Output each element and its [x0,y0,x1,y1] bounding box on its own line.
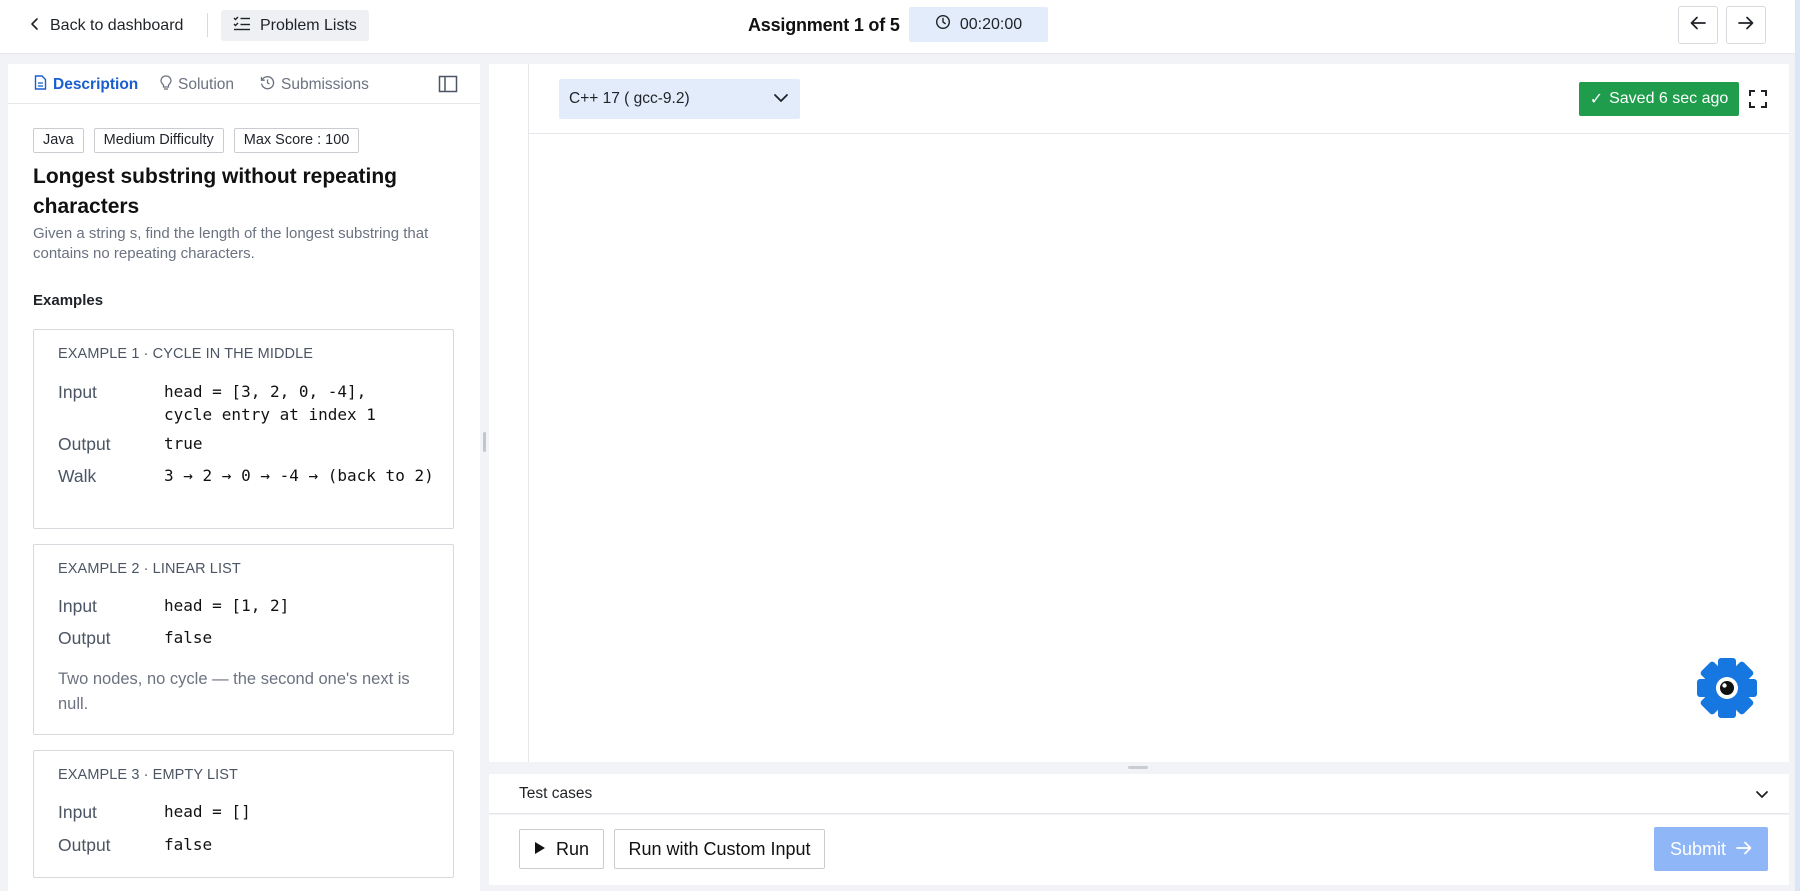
top-divider [207,13,208,37]
language-select-value: C++ 17 ( gcc-9.2) [569,90,690,107]
max-score-tag: Max Score : 100 [233,128,360,153]
saved-status-badge: ✓ Saved 6 sec ago [1579,82,1739,116]
bulb-icon [160,75,172,95]
tab-solution-label: Solution [178,76,235,93]
editor-gutter [528,64,529,762]
example-row-label: Output [58,628,111,648]
run-custom-input-button[interactable]: Run with Custom Input [614,829,825,869]
history-icon [260,75,275,95]
arrow-right-icon [1738,16,1754,35]
example-card: EXAMPLE 1 · CYCLE IN THE MIDDLE Input he… [33,329,454,529]
next-assignment-button[interactable] [1726,6,1766,44]
tab-description[interactable]: Description [34,74,138,96]
test-cases-label: Test cases [519,785,593,802]
example-card: EXAMPLE 2 · LINEAR LIST Input head = [1,… [33,544,454,735]
document-icon [34,75,47,95]
example-row-label: Output [58,434,111,454]
arrow-right-icon [1736,839,1752,860]
chevron-down-icon[interactable] [1754,786,1770,802]
example-title: EXAMPLE 3 · EMPTY LIST [58,767,239,783]
previous-assignment-button[interactable] [1678,6,1718,44]
check-icon: ✓ [1589,91,1604,108]
example-row-value: 3 → 2 → 0 → -4 → (back to 2) [164,466,434,485]
assignment-title: Assignment 1 of 5 [748,15,900,35]
tab-description-label: Description [53,76,139,93]
tab-solution[interactable]: Solution [160,74,234,96]
play-icon [534,839,546,860]
code-editor: C++ 17 ( gcc-9.2) ✓ Saved 6 sec ago [489,64,1789,762]
testcase-resize-handle[interactable] [1128,766,1148,769]
checklist-icon [233,15,251,36]
difficulty-tag: Medium Difficulty [93,128,224,153]
example-title: EXAMPLE 2 · LINEAR LIST [58,561,241,577]
problem-panel: Description Solution Submissions Java Me… [8,64,480,891]
arrow-left-icon [1690,16,1706,35]
problem-description: Given a string s, find the length of the… [33,225,429,262]
example-note: Two nodes, no cycle — the second one's n… [58,670,410,713]
panel-resize-handle[interactable] [483,432,486,452]
run-button-label: Run [555,838,590,859]
example-row-label: Input [58,596,97,616]
fullscreen-icon[interactable] [1747,88,1769,110]
example-row-value: head = [3, 2, 0, -4], cycle entry at ind… [164,382,376,424]
examples-heading: Examples [33,292,104,309]
clock-icon [935,14,951,35]
action-bar: Run Run with Custom Input Submit [489,815,1789,885]
chevron-down-icon [773,90,789,108]
chevron-left-icon [30,17,40,36]
example-row-label: Output [58,835,111,855]
example-title: EXAMPLE 1 · CYCLE IN THE MIDDLE [58,346,314,362]
problem-lists-button[interactable]: Problem Lists [221,10,369,41]
assistant-bot-icon[interactable] [1695,656,1759,720]
submit-button-label: Submit [1669,838,1727,859]
problem-tags: Java Medium Difficulty Max Score : 100 [33,128,360,153]
top-bar: Back to dashboard Problem Lists Assignme… [0,0,1800,54]
language-select[interactable]: C++ 17 ( gcc-9.2) [559,79,800,119]
tab-submissions[interactable]: Submissions [260,74,369,96]
run-button[interactable]: Run [519,829,604,869]
saved-status-text: Saved 6 sec ago [1609,90,1729,107]
example-card: EXAMPLE 3 · EMPTY LIST Input head = [] O… [33,750,454,878]
test-cases-header[interactable]: Test cases [489,774,1789,814]
example-row-label: Walk [58,466,97,486]
timer: 00:20:00 [909,7,1048,42]
back-to-dashboard-label: Back to dashboard [50,17,184,34]
example-row-label: Input [58,382,97,402]
tab-submissions-label: Submissions [281,76,369,93]
problem-lists-label: Problem Lists [260,16,357,34]
example-row-value: false [164,835,213,854]
language-tag: Java [33,128,84,153]
back-to-dashboard-link[interactable]: Back to dashboard [30,13,183,39]
window-edge-accent [1795,0,1800,891]
problem-title: Longest substring without repeating char… [33,165,397,218]
timer-value: 00:20:00 [959,15,1023,33]
example-row-value: head = [1, 2] [164,596,290,615]
example-row-value: true [164,434,203,453]
problem-tabs: Description Solution Submissions [8,64,480,104]
example-row-value: false [164,628,213,647]
submit-button[interactable]: Submit [1654,827,1768,871]
example-row-label: Input [58,802,97,822]
sidebar-toggle-icon[interactable] [438,75,458,93]
example-row-value: head = [] [164,802,251,821]
